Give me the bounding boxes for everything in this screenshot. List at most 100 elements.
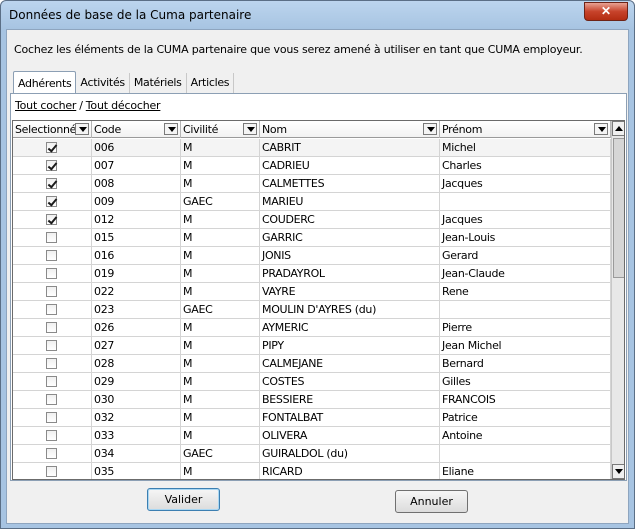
close-button[interactable]: ✕ <box>584 2 628 21</box>
cell-prenom[interactable]: Charles <box>440 157 611 175</box>
cell-prenom[interactable]: Patrice <box>440 409 611 427</box>
filter-dropdown-icon[interactable] <box>75 123 89 135</box>
cell-prenom[interactable]: Jacques <box>440 175 611 193</box>
tab-activites[interactable]: Activités <box>76 73 130 93</box>
cell-civilite[interactable]: GAEC <box>181 193 260 211</box>
table-row[interactable]: 006 M CABRIT Michel <box>13 139 611 157</box>
cell-civilite[interactable]: M <box>181 373 260 391</box>
row-checkbox[interactable] <box>46 412 57 423</box>
cell-nom[interactable]: VAYRE <box>260 283 440 301</box>
table-row[interactable]: 026 M AYMERIC Pierre <box>13 319 611 337</box>
row-checkbox[interactable] <box>46 466 57 477</box>
row-checkbox[interactable] <box>46 160 57 171</box>
cell-prenom[interactable]: Rene <box>440 283 611 301</box>
table-row[interactable]: 022 M VAYRE Rene <box>13 283 611 301</box>
column-header-civilite[interactable]: Civilité <box>181 121 260 138</box>
row-checkbox[interactable] <box>46 394 57 405</box>
cell-prenom[interactable] <box>440 301 611 319</box>
cell-code[interactable]: 008 <box>92 175 181 193</box>
filter-dropdown-icon[interactable] <box>594 123 608 135</box>
cell-nom[interactable]: GUIRALDOL (du) <box>260 445 440 463</box>
cell-nom[interactable]: COUDERC <box>260 211 440 229</box>
cell-civilite[interactable]: GAEC <box>181 445 260 463</box>
row-checkbox[interactable] <box>46 430 57 441</box>
cell-nom[interactable]: PRADAYROL <box>260 265 440 283</box>
row-checkbox[interactable] <box>46 448 57 459</box>
cell-prenom[interactable]: Jean-Claude <box>440 265 611 283</box>
cell-prenom[interactable] <box>440 445 611 463</box>
cell-nom[interactable]: CABRIT <box>260 139 440 157</box>
cell-code[interactable]: 026 <box>92 319 181 337</box>
cell-civilite[interactable]: M <box>181 283 260 301</box>
cell-civilite[interactable]: M <box>181 175 260 193</box>
filter-dropdown-icon[interactable] <box>243 123 257 135</box>
cell-civilite[interactable]: M <box>181 463 260 479</box>
table-row[interactable]: 009 GAEC MARIEU <box>13 193 611 211</box>
row-checkbox[interactable] <box>46 304 57 315</box>
cell-nom[interactable]: CALMEJANE <box>260 355 440 373</box>
cell-code[interactable]: 027 <box>92 337 181 355</box>
cell-civilite[interactable]: GAEC <box>181 301 260 319</box>
row-checkbox[interactable] <box>46 268 57 279</box>
cell-prenom[interactable]: Jean Michel <box>440 337 611 355</box>
cell-prenom[interactable] <box>440 193 611 211</box>
cell-civilite[interactable]: M <box>181 355 260 373</box>
tab-adherents[interactable]: Adhérents <box>13 71 77 93</box>
cell-code[interactable]: 016 <box>92 247 181 265</box>
row-checkbox[interactable] <box>46 358 57 369</box>
column-header-prenom[interactable]: Prénom <box>440 121 611 138</box>
table-row[interactable]: 030 M BESSIERE FRANCOIS <box>13 391 611 409</box>
table-row[interactable]: 033 M OLIVERA Antoine <box>13 427 611 445</box>
table-row[interactable]: 029 M COSTES Gilles <box>13 373 611 391</box>
cell-nom[interactable]: FONTALBAT <box>260 409 440 427</box>
cell-prenom[interactable]: Pierre <box>440 319 611 337</box>
cell-code[interactable]: 034 <box>92 445 181 463</box>
check-all-link[interactable]: Tout cocher <box>15 99 76 112</box>
filter-dropdown-icon[interactable] <box>423 123 437 135</box>
cell-civilite[interactable]: M <box>181 139 260 157</box>
cell-civilite[interactable]: M <box>181 229 260 247</box>
cell-civilite[interactable]: M <box>181 319 260 337</box>
cell-prenom[interactable]: Gerard <box>440 247 611 265</box>
cell-nom[interactable]: CADRIEU <box>260 157 440 175</box>
row-checkbox[interactable] <box>46 250 57 261</box>
table-row[interactable]: 015 M GARRIC Jean-Louis <box>13 229 611 247</box>
column-header-selectionne[interactable]: Selectionné <box>13 121 92 138</box>
cell-prenom[interactable]: Jacques <box>440 211 611 229</box>
cell-code[interactable]: 028 <box>92 355 181 373</box>
cell-nom[interactable]: RICARD <box>260 463 440 479</box>
column-header-code[interactable]: Code <box>92 121 181 138</box>
tab-materiels[interactable]: Matériels <box>130 73 187 93</box>
table-row[interactable]: 027 M PIPY Jean Michel <box>13 337 611 355</box>
cell-nom[interactable]: AYMERIC <box>260 319 440 337</box>
table-row[interactable]: 016 M JONIS Gerard <box>13 247 611 265</box>
cell-code[interactable]: 022 <box>92 283 181 301</box>
table-row[interactable]: 028 M CALMEJANE Bernard <box>13 355 611 373</box>
row-checkbox[interactable] <box>46 286 57 297</box>
cell-code[interactable]: 033 <box>92 427 181 445</box>
cell-civilite[interactable]: M <box>181 265 260 283</box>
cell-code[interactable]: 012 <box>92 211 181 229</box>
cell-prenom[interactable]: Michel <box>440 139 611 157</box>
cell-code[interactable]: 023 <box>92 301 181 319</box>
cell-nom[interactable]: PIPY <box>260 337 440 355</box>
row-checkbox[interactable] <box>46 322 57 333</box>
cell-prenom[interactable]: Eliane <box>440 463 611 479</box>
scroll-thumb[interactable] <box>613 138 624 278</box>
row-checkbox[interactable] <box>46 142 57 153</box>
row-checkbox[interactable] <box>46 232 57 243</box>
cell-civilite[interactable]: M <box>181 211 260 229</box>
cell-code[interactable]: 006 <box>92 139 181 157</box>
row-checkbox[interactable] <box>46 178 57 189</box>
column-header-nom[interactable]: Nom <box>260 121 440 138</box>
title-bar[interactable]: Données de base de la Cuma partenaire ✕ <box>1 1 634 29</box>
cell-civilite[interactable]: M <box>181 427 260 445</box>
cell-prenom[interactable]: Antoine <box>440 427 611 445</box>
table-row[interactable]: 007 M CADRIEU Charles <box>13 157 611 175</box>
cell-nom[interactable]: BESSIERE <box>260 391 440 409</box>
cell-code[interactable]: 032 <box>92 409 181 427</box>
cell-prenom[interactable]: Jean-Louis <box>440 229 611 247</box>
cell-nom[interactable]: CALMETTES <box>260 175 440 193</box>
cell-civilite[interactable]: M <box>181 157 260 175</box>
cell-prenom[interactable]: Gilles <box>440 373 611 391</box>
